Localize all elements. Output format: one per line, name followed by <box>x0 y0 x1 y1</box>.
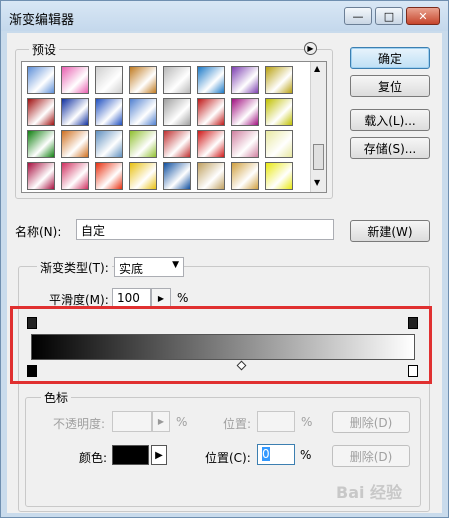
gradient-type-select[interactable]: 实底 ▼ <box>114 257 184 277</box>
save-button[interactable]: 存储(S)... <box>350 137 430 159</box>
name-label: 名称(N): <box>15 225 62 239</box>
scroll-thumb[interactable] <box>313 144 324 170</box>
gradient-editor-window: 渐变编辑器 — □ ✕ 预设 ▶ ▲ ▼ 确定 复位 载入(L)... 存储(S… <box>0 0 449 518</box>
preset-swatch[interactable] <box>129 130 157 158</box>
circle-arrow-icon[interactable]: ▶ <box>304 42 317 55</box>
presets-grid: ▲ ▼ <box>21 61 327 193</box>
delete-opacity-stop-button[interactable]: 删除(D) <box>332 411 410 433</box>
preset-swatch[interactable] <box>231 130 259 158</box>
scroll-up-icon[interactable]: ▲ <box>314 64 320 73</box>
preset-swatch[interactable] <box>163 66 191 94</box>
preset-swatch[interactable] <box>27 162 55 190</box>
smoothness-unit: % <box>177 291 189 305</box>
maximize-button[interactable]: □ <box>375 7 403 25</box>
window-title: 渐变编辑器 <box>9 13 75 28</box>
opacity-stop-left[interactable] <box>27 317 37 329</box>
preset-swatch[interactable] <box>231 162 259 190</box>
location-label: 位置(C): <box>205 451 251 465</box>
preset-swatch[interactable] <box>197 130 225 158</box>
gradient-type-label: 渐变类型(T): <box>37 259 112 276</box>
title-bar: 渐变编辑器 — □ ✕ <box>1 1 448 31</box>
chevron-down-icon: ▼ <box>172 260 179 270</box>
preset-swatch[interactable] <box>197 66 225 94</box>
preset-swatch[interactable] <box>27 130 55 158</box>
delete-color-stop-button[interactable]: 删除(D) <box>332 445 410 467</box>
preset-swatch[interactable] <box>61 66 89 94</box>
new-button[interactable]: 新建(W) <box>350 220 430 242</box>
location-input[interactable]: 0 <box>257 444 295 465</box>
preset-swatch[interactable] <box>95 130 123 158</box>
preset-swatch[interactable] <box>231 98 259 126</box>
preset-swatch[interactable] <box>61 162 89 190</box>
preset-swatch[interactable] <box>95 162 123 190</box>
preset-swatch[interactable] <box>163 130 191 158</box>
scroll-down-icon[interactable]: ▼ <box>314 178 320 187</box>
preset-swatch[interactable] <box>265 130 293 158</box>
color-stop-left[interactable] <box>27 365 37 377</box>
color-swatch[interactable] <box>112 445 149 465</box>
name-input[interactable]: 自定 <box>76 219 334 240</box>
preset-swatch[interactable] <box>197 162 225 190</box>
preset-swatch[interactable] <box>95 98 123 126</box>
preset-swatch[interactable] <box>129 66 157 94</box>
presets-scrollbar[interactable]: ▲ ▼ <box>310 62 326 192</box>
preset-swatch[interactable] <box>265 162 293 190</box>
preset-swatch[interactable] <box>163 98 191 126</box>
color-label: 颜色: <box>79 451 108 465</box>
preset-swatch[interactable] <box>265 66 293 94</box>
reset-button[interactable]: 复位 <box>350 75 430 97</box>
opacity-unit: % <box>176 415 188 429</box>
preset-swatch[interactable] <box>129 98 157 126</box>
preset-swatch[interactable] <box>197 98 225 126</box>
opacity-location-input[interactable] <box>257 411 295 432</box>
preset-swatch[interactable] <box>129 162 157 190</box>
color-stop-right[interactable] <box>408 365 418 377</box>
color-menu-arrow-icon[interactable]: ▶ <box>151 445 167 465</box>
preset-swatch[interactable] <box>265 98 293 126</box>
color-stop-group-label: 色标 <box>41 389 72 406</box>
preset-swatch[interactable] <box>163 162 191 190</box>
opacity-stop-right[interactable] <box>408 317 418 329</box>
opacity-label: 不透明度: <box>53 417 106 431</box>
preset-swatch[interactable] <box>27 98 55 126</box>
preset-swatch[interactable] <box>61 98 89 126</box>
watermark: Bai 经验 <box>336 483 403 502</box>
minimize-button[interactable]: — <box>344 7 372 25</box>
close-button[interactable]: ✕ <box>406 7 440 25</box>
opacity-location-unit: % <box>301 415 313 429</box>
preset-swatch[interactable] <box>27 66 55 94</box>
gradient-preview-bar[interactable] <box>31 334 415 360</box>
opacity-input[interactable] <box>112 411 152 432</box>
location-unit: % <box>300 448 312 462</box>
preset-swatch[interactable] <box>231 66 259 94</box>
preset-swatch[interactable] <box>95 66 123 94</box>
ok-button[interactable]: 确定 <box>350 47 430 69</box>
opacity-location-label: 位置: <box>223 417 252 431</box>
presets-label: 预设 <box>29 41 60 58</box>
opacity-arrow-icon[interactable]: ▶ <box>152 411 170 432</box>
load-button[interactable]: 载入(L)... <box>350 109 430 131</box>
preset-swatch[interactable] <box>61 130 89 158</box>
